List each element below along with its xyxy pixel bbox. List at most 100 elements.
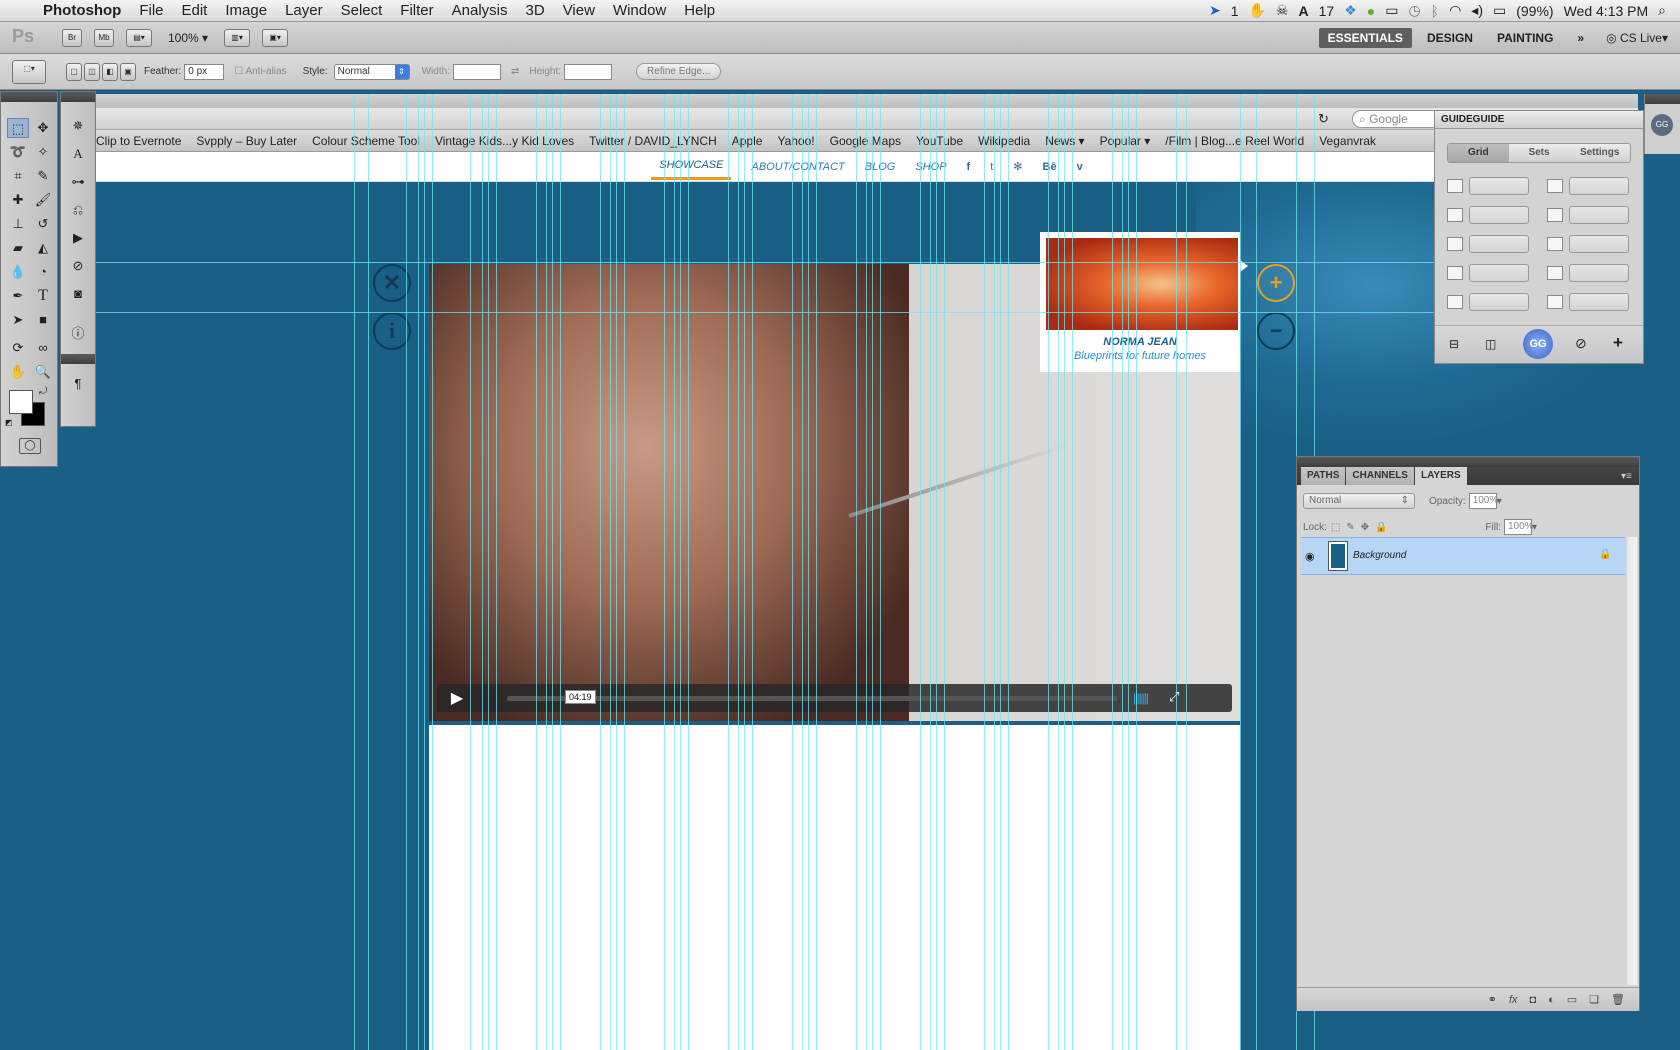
cursor-app-icon[interactable]: ➤ [1209, 2, 1221, 19]
arrange-documents-button[interactable]: ▥▾ [224, 28, 251, 47]
view-extras-button[interactable]: ▤▾ [126, 28, 152, 47]
spotlight-icon[interactable]: ⌕ [1658, 2, 1666, 19]
bookmark-item[interactable]: Vintage Kids...y Kid Loves [435, 134, 574, 148]
margin-bottom-field[interactable] [1569, 177, 1629, 195]
tab-grid[interactable]: Grid [1448, 144, 1509, 162]
feather-input[interactable]: 0 px [184, 63, 225, 80]
brush-tool-icon[interactable]: 🖌 [32, 190, 54, 210]
play-icon[interactable]: ▶ [437, 688, 477, 708]
gutter-height-field[interactable] [1569, 293, 1629, 311]
dock-subheader[interactable] [61, 354, 95, 364]
blend-mode-select[interactable]: Normal ⇕ [1303, 493, 1415, 509]
cs-live-menu[interactable]: ◎ CS Live▾ [1606, 31, 1668, 45]
time-machine-icon[interactable]: ◷ [1408, 2, 1420, 19]
pen-tool-icon[interactable]: ✒ [7, 286, 29, 306]
paint-bucket-tool-icon[interactable]: ◭ [32, 238, 54, 258]
lock-all-icon[interactable]: 🔒 [1375, 522, 1387, 533]
menu-view[interactable]: View [554, 2, 604, 19]
layer-name[interactable]: Background [1353, 550, 1406, 561]
bookmark-item[interactable]: Svpply – Buy Later [196, 134, 297, 148]
link-layers-icon[interactable]: ⚭ [1488, 993, 1497, 1006]
layers-scrollbar[interactable] [1627, 537, 1637, 985]
layers-panel-header[interactable] [1297, 457, 1639, 467]
width-input[interactable] [452, 63, 501, 80]
reload-icon[interactable]: ↻ [1318, 111, 1329, 127]
bookmark-item[interactable]: YouTube [916, 134, 963, 148]
adjustments-icon[interactable]: ⊶ [67, 172, 89, 192]
video-scrubber[interactable]: 04:19 [507, 690, 1117, 704]
character-icon[interactable]: A [67, 144, 89, 164]
bookmark-item[interactable]: Twitter / DAVID_LYNCH [589, 134, 717, 148]
bookmark-item[interactable]: Popular ▾ [1100, 134, 1151, 148]
collapsed-dock-header[interactable] [1645, 94, 1680, 104]
guideguide-make-button[interactable]: GG [1523, 329, 1553, 359]
tab-settings[interactable]: Settings [1569, 144, 1630, 162]
skull-icon[interactable]: ☠ [1276, 2, 1289, 19]
selection-add-icon[interactable]: ◫ [84, 62, 100, 81]
history-icon[interactable]: ⎌ [67, 200, 89, 220]
move-tool-icon[interactable]: ✥ [32, 118, 54, 138]
style-select[interactable]: Normal ⇕ [333, 63, 410, 80]
add-mask-icon[interactable]: ◘ [1529, 994, 1536, 1006]
delete-layer-icon[interactable]: 🗑 [1611, 993, 1625, 1006]
3d-rotate-tool-icon[interactable]: ⟳ [7, 338, 29, 358]
height-input[interactable] [564, 63, 613, 80]
columns-field[interactable] [1469, 235, 1529, 253]
menu-3d[interactable]: 3D [517, 2, 554, 19]
bookmark-item[interactable]: Clip to Evernote [96, 134, 181, 148]
midpoint-vertical-icon[interactable]: ◫ [1485, 337, 1496, 351]
menu-image[interactable]: Image [216, 2, 276, 19]
bookmark-item[interactable]: Apple [732, 134, 763, 148]
battery-icon[interactable]: ▭ [1493, 2, 1506, 19]
lock-image-icon[interactable]: ✎ [1346, 522, 1354, 533]
margin-right-field[interactable] [1569, 206, 1629, 224]
lasso-tool-icon[interactable]: ➰ [7, 142, 29, 162]
margin-top-field[interactable] [1469, 177, 1529, 195]
new-group-icon[interactable]: ▭ [1567, 993, 1577, 1006]
dodge-tool-icon[interactable]: ◔ [32, 262, 54, 282]
rows-field[interactable] [1569, 235, 1629, 253]
gutter-width-field[interactable] [1469, 293, 1529, 311]
visibility-eye-icon[interactable]: ◉ [1305, 550, 1315, 563]
tab-sets[interactable]: Sets [1508, 144, 1570, 162]
rectangle-tool-icon[interactable]: ■ [32, 310, 54, 330]
bookmark-item[interactable]: Wikipedia [978, 134, 1030, 148]
swap-colors-icon[interactable]: ⤾ [39, 386, 47, 397]
crop-tool-icon[interactable]: ⌗ [7, 166, 29, 186]
layer-row[interactable]: ◉ Background 🔒 [1301, 537, 1625, 575]
menu-window[interactable]: Window [604, 2, 675, 19]
styles-icon[interactable]: ⊘ [67, 256, 89, 276]
clock[interactable]: Wed 4:13 PM [1564, 3, 1649, 19]
margin-left-field[interactable] [1469, 206, 1529, 224]
zoom-tool-icon[interactable]: 🔍 [32, 362, 54, 382]
midpoint-horizontal-icon[interactable]: ⊟ [1449, 337, 1459, 351]
hand-tool-icon[interactable]: ✋ [7, 362, 29, 382]
twitter-icon[interactable]: t [990, 161, 993, 173]
new-layer-icon[interactable]: ❏ [1589, 993, 1599, 1006]
dribbble-icon[interactable]: ✻ [1013, 160, 1022, 173]
hand-icon[interactable]: ✋ [1248, 2, 1265, 19]
dock-header[interactable] [61, 92, 95, 102]
bookmark-item[interactable]: Yahoo! [777, 134, 814, 148]
nav-about-contact[interactable]: ABOUT/CONTACT [751, 161, 844, 173]
quick-mask-icon[interactable]: ◯ [19, 438, 41, 454]
rect-marquee-tool-icon[interactable]: ⬚ [7, 118, 29, 138]
lock-transparent-icon[interactable]: ⬚ [1331, 522, 1340, 533]
dropbox-icon[interactable]: ❖ [1344, 2, 1357, 19]
tools-panel-header[interactable] [1, 92, 57, 102]
paragraph-icon[interactable]: ¶ [67, 374, 89, 394]
path-selection-tool-icon[interactable]: ➤ [7, 310, 29, 330]
refine-edge-button[interactable]: Refine Edge... [636, 63, 722, 80]
menu-help[interactable]: Help [675, 2, 724, 19]
search-field[interactable]: ⌕ Google [1352, 110, 1442, 128]
ai-icon[interactable]: A [1298, 3, 1308, 19]
blur-tool-icon[interactable]: 💧 [7, 262, 29, 282]
bookmark-item[interactable]: Colour Scheme Tool [312, 134, 420, 148]
menu-select[interactable]: Select [332, 2, 392, 19]
history-brush-tool-icon[interactable]: ↺ [32, 214, 54, 234]
lock-position-icon[interactable]: ✥ [1361, 522, 1369, 533]
info-icon[interactable]: ⓘ [67, 324, 89, 344]
row-height-field[interactable] [1569, 264, 1629, 282]
swap-icon[interactable]: ⇄ [511, 66, 519, 77]
facebook-icon[interactable]: f [967, 161, 971, 173]
